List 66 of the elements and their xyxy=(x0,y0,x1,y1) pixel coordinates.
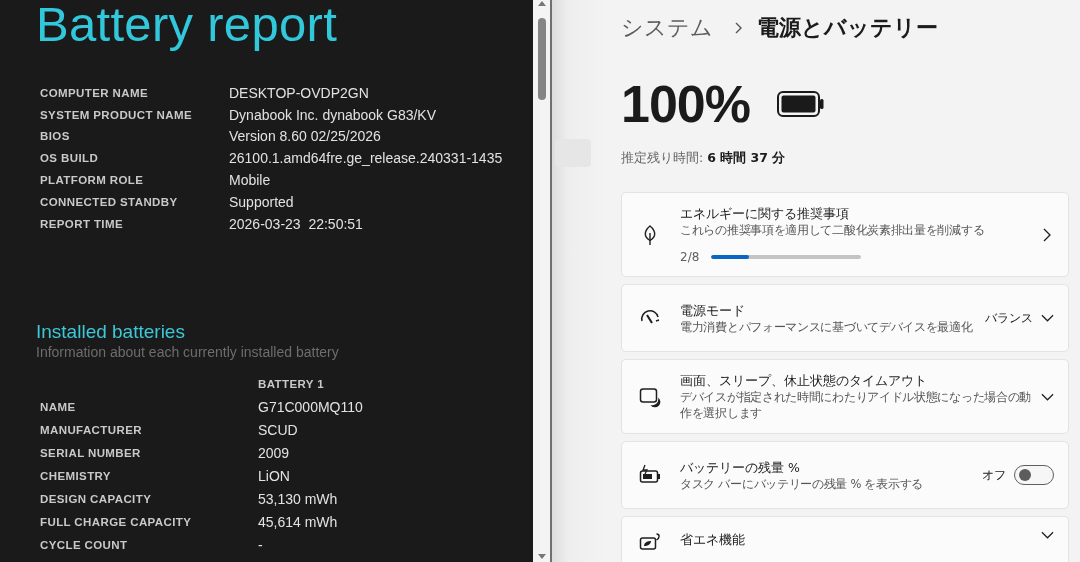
battery-field-value: 53,130 mWh xyxy=(258,491,339,508)
chevron-down-icon[interactable] xyxy=(1041,531,1054,539)
info-label: CONNECTED STANDBY xyxy=(40,195,179,208)
chevron-right-icon xyxy=(735,22,742,34)
monitor-moon-icon xyxy=(639,385,661,408)
battery-field-label: FULL CHARGE CAPACITY xyxy=(40,516,193,529)
battery-field-value: 2009 xyxy=(258,445,291,462)
battery-field-label: CHEMISTRY xyxy=(40,470,112,483)
card-title: 画面、スリープ、休止状態のタイムアウト xyxy=(680,372,928,389)
info-label: SYSTEM PRODUCT NAME xyxy=(40,108,193,121)
settings-card[interactable]: バッテリーの残量 % タスク バーにバッテリーの残量 % を表示する オフ xyxy=(621,441,1069,509)
battery-percentage: 100% xyxy=(621,74,750,134)
progress-count: 2/8 xyxy=(680,250,700,264)
card-title: バッテリーの残量 % xyxy=(680,458,801,476)
info-label: REPORT TIME xyxy=(40,217,124,230)
scroll-down-icon[interactable] xyxy=(537,554,546,559)
battery-field-value: SCUD xyxy=(258,422,299,439)
scrollbar-track[interactable] xyxy=(533,0,550,562)
card-description: 電力消費とパフォーマンスに基づいてデバイスを最適化 xyxy=(680,318,974,335)
column-header: BATTERY 1 xyxy=(258,378,325,391)
info-label: PLATFORM ROLE xyxy=(40,174,145,187)
battery-icon xyxy=(777,91,824,117)
info-label: OS BUILD xyxy=(40,152,100,165)
settings-card[interactable]: 省エネ機能 xyxy=(621,516,1069,562)
info-value: 2026-03-23 22:50:51 xyxy=(229,215,364,232)
estimated-time-remaining: 推定残り時間: 6 時間 37 分 xyxy=(621,149,787,167)
toggle-switch[interactable] xyxy=(1014,465,1054,485)
battery-field-label: NAME xyxy=(40,401,77,414)
info-value: Dynabook Inc. dynabook G83/KV xyxy=(229,106,438,123)
card-description: タスク バーにバッテリーの残量 % を表示する xyxy=(680,475,924,492)
info-value: 26100.1.amd64fre.ge_release.240331-1435 xyxy=(229,150,504,167)
battery-field-label: DESIGN CAPACITY xyxy=(40,493,153,506)
section-heading: Installed batteries xyxy=(36,320,186,343)
battery-field-value: - xyxy=(258,537,264,554)
toggle-state-label: オフ xyxy=(982,466,1006,484)
dropdown-value[interactable]: バランス xyxy=(985,309,1033,327)
breadcrumb-parent[interactable]: システム xyxy=(621,13,713,43)
settings-card[interactable]: エネルギーに関する推奨事項 これらの推奨事項を適用して二酸化炭素排出量を削減する 2/8 xyxy=(621,192,1069,277)
info-value: Mobile xyxy=(229,172,272,189)
card-title: 省エネ機能 xyxy=(680,531,746,548)
settings-card[interactable]: 画面、スリープ、休止状態のタイムアウト デバイスが指定された時間にわたりアイドル状態になった場合の動作を選択します xyxy=(621,359,1069,434)
chevron-down-icon[interactable] xyxy=(1041,392,1054,401)
card-description: デバイスが指定された時間にわたりアイドル状態になった場合の動作を選択します xyxy=(680,389,1032,421)
battery-field-label: CYCLE COUNT xyxy=(40,539,129,552)
scrollbar-thumb[interactable] xyxy=(537,18,546,100)
page-title: 電源とバッテリー xyxy=(757,14,938,42)
settings-card[interactable]: 電源モード 電力消費とパフォーマンスに基づいてデバイスを最適化 バランス xyxy=(621,284,1069,352)
info-value: Supported xyxy=(229,193,295,210)
battery-field-value: LiON xyxy=(258,468,291,485)
battery-field-label: SERIAL NUMBER xyxy=(40,447,142,460)
info-value: Version 8.60 02/25/2026 xyxy=(229,128,382,145)
info-label: BIOS xyxy=(40,130,71,143)
card-description: これらの推奨事項を適用して二酸化炭素排出量を削減する xyxy=(680,222,986,238)
card-title: エネルギーに関する推奨事項 xyxy=(680,205,850,222)
battery-leaf-icon xyxy=(639,531,661,553)
chevron-down-icon[interactable] xyxy=(1041,314,1054,322)
battery-field-label: MANUFACTURER xyxy=(40,424,143,437)
battery-charging-icon xyxy=(639,464,661,486)
scroll-up-icon[interactable] xyxy=(537,1,546,6)
info-label: COMPUTER NAME xyxy=(40,86,150,99)
chevron-right-icon xyxy=(1043,227,1051,242)
info-value: DESKTOP-OVDP2GN xyxy=(229,84,370,101)
battery-field-value: 45,614 mWh xyxy=(258,514,339,531)
card-title: 電源モード xyxy=(680,301,746,319)
section-subtitle: Information about each currently installed battery xyxy=(36,342,340,361)
battery-field-value: G71C000MQ110 xyxy=(258,399,364,416)
